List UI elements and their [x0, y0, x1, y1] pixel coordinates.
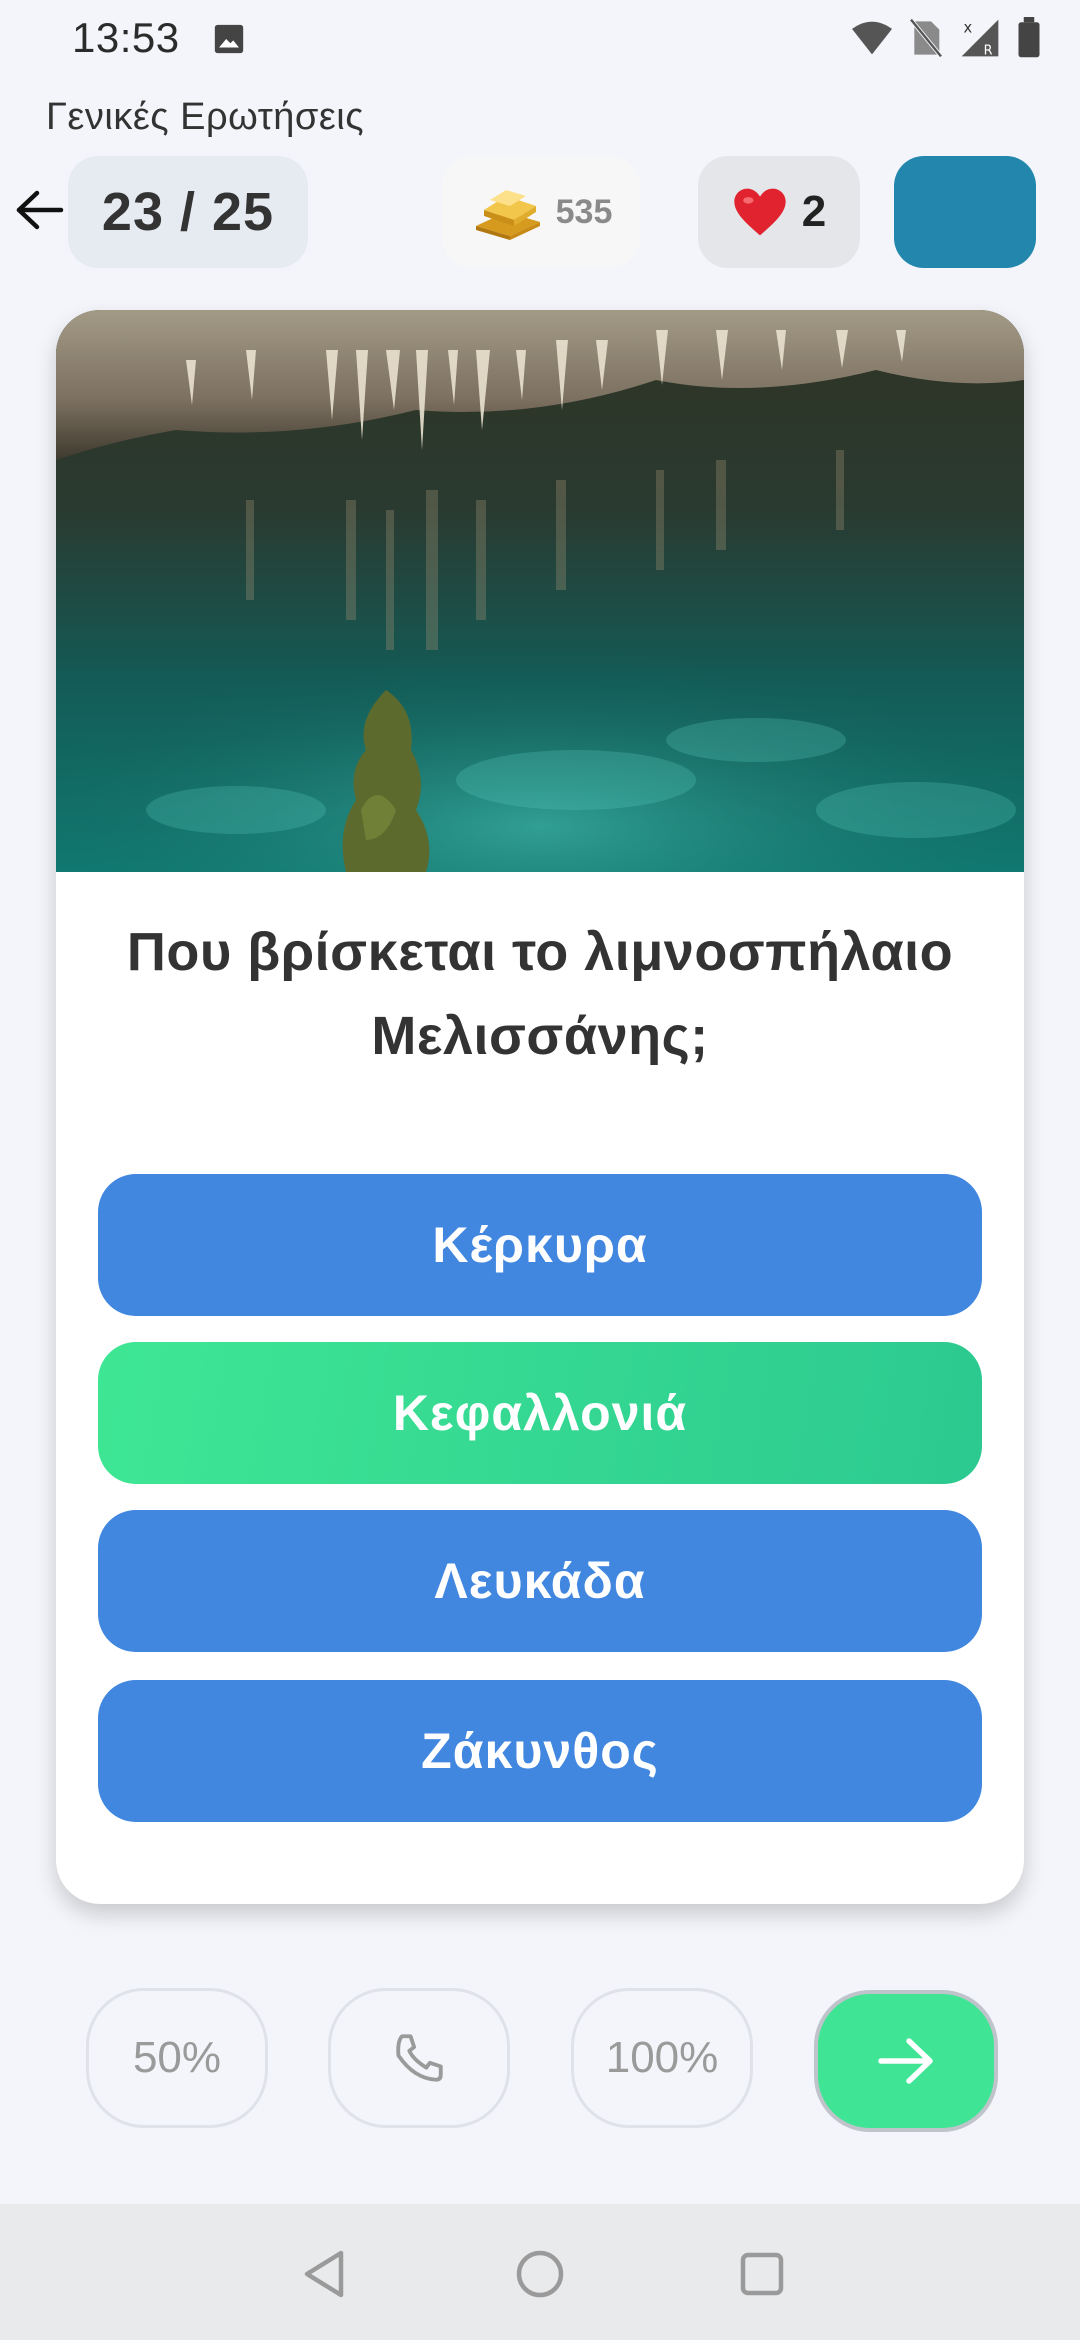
fifty-fifty-label: 50% — [132, 2033, 222, 2082]
app-title: Γενικές Ερωτήσεις — [46, 96, 365, 138]
fifty-fifty-button[interactable]: 50% — [86, 1988, 268, 2128]
cave-lake-image — [56, 310, 1024, 872]
audience-help-button[interactable]: 100% — [571, 1988, 753, 2128]
svg-text:R: R — [984, 44, 993, 59]
status-time: 13:53 — [72, 14, 180, 61]
heart-icon — [734, 188, 786, 236]
gold-bars-icon — [475, 190, 540, 240]
back-button[interactable] — [12, 182, 68, 238]
app-screen: 13:53 x R Γενικές Ερωτήσεις 23 / 25 535 … — [0, 0, 1080, 2340]
lives-counter: 2 — [698, 156, 860, 268]
phone-icon — [396, 2034, 443, 2082]
nav-home-button[interactable] — [512, 2246, 568, 2302]
answer-option-correct[interactable]: Κεφαλλονιά — [98, 1342, 982, 1484]
system-navigation-bar — [0, 2204, 1080, 2340]
question-progress: 23 / 25 — [68, 156, 308, 268]
profile-button[interactable] — [894, 156, 1036, 268]
svg-text:x: x — [964, 20, 973, 37]
nav-back-button[interactable] — [296, 2246, 352, 2302]
answer-option[interactable]: Λευκάδα — [98, 1510, 982, 1652]
question-text: Που βρίσκεται το λιμνοσπήλαιο Μελισσάνης… — [126, 922, 954, 1066]
question-card: Που βρίσκεται το λιμνοσπήλαιο Μελισσάνης… — [56, 310, 1024, 1904]
recents-square-icon — [740, 2252, 784, 2296]
home-circle-icon — [516, 2250, 564, 2298]
back-triangle-icon — [304, 2250, 344, 2298]
quiz-header: 23 / 25 535 2 — [0, 154, 1080, 270]
phone-friend-button[interactable] — [328, 1988, 510, 2128]
signal-icon: x R — [961, 20, 999, 59]
answer-option[interactable]: Ζάκυνθος — [98, 1680, 982, 1822]
status-bar: 13:53 x R — [0, 0, 1080, 80]
answer-option[interactable]: Κέρκυρα — [98, 1174, 982, 1316]
arrow-left-icon — [16, 190, 64, 230]
lives-amount: 2 — [801, 187, 827, 236]
battery-icon — [1018, 17, 1040, 58]
no-sim-icon — [909, 18, 943, 58]
arrow-right-icon — [878, 2038, 933, 2084]
nav-recents-button[interactable] — [734, 2246, 790, 2302]
gold-amount: 535 — [555, 192, 613, 231]
image-icon — [214, 24, 244, 54]
wifi-icon — [852, 21, 892, 55]
hundred-percent-label: 100% — [605, 2033, 719, 2082]
next-question-button[interactable] — [814, 1990, 998, 2132]
gold-counter: 535 — [442, 156, 640, 268]
